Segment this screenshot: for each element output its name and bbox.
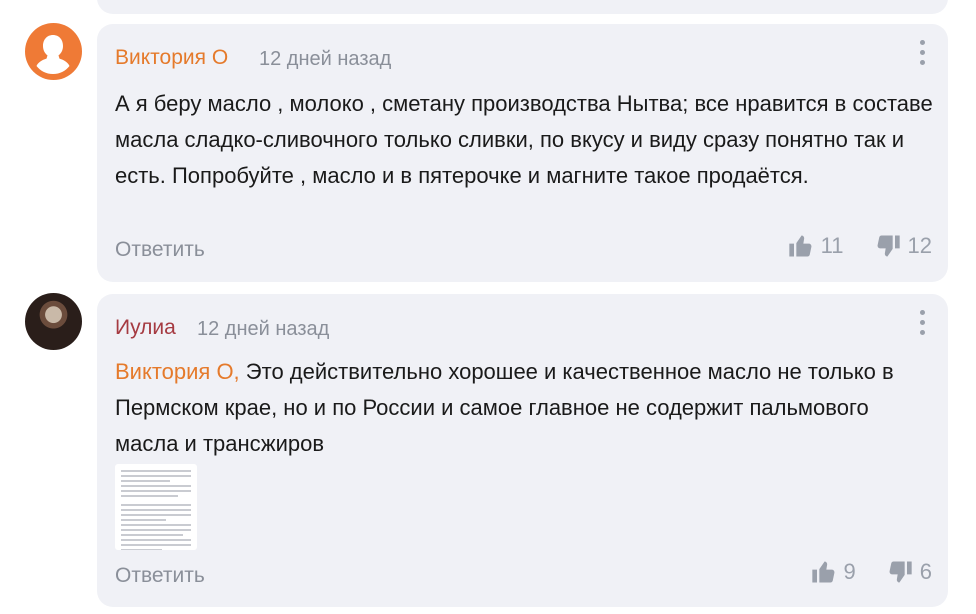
comment-time: 12 дней назад bbox=[197, 318, 330, 340]
comment-text: Виктория О, Это действительно хорошее и … bbox=[115, 354, 935, 462]
like-count: 11 bbox=[820, 233, 844, 258]
like-count: 9 bbox=[843, 559, 856, 584]
reactions: 9 6 bbox=[810, 558, 932, 586]
reply-button[interactable]: Ответить bbox=[115, 238, 205, 262]
dislike-count: 12 bbox=[907, 233, 932, 258]
thumbs-up-icon bbox=[789, 235, 812, 257]
comment-time: 12 дней назад bbox=[259, 48, 392, 70]
user-silhouette-icon bbox=[36, 35, 70, 74]
previous-comment-card bbox=[97, 0, 948, 14]
dislike-button[interactable]: 12 bbox=[874, 232, 932, 260]
like-button[interactable]: 9 bbox=[810, 558, 856, 586]
comment-text: А я беру масло , молоко , сметану произв… bbox=[115, 91, 933, 188]
reactions: 11 12 bbox=[787, 232, 932, 260]
reply-button[interactable]: Ответить bbox=[115, 564, 205, 588]
attachment-image[interactable] bbox=[115, 464, 197, 550]
dislike-count: 6 bbox=[919, 559, 932, 584]
avatar[interactable] bbox=[25, 293, 82, 350]
dislike-button[interactable]: 6 bbox=[886, 558, 932, 586]
thumbs-down-icon bbox=[877, 235, 900, 257]
comment-author[interactable]: Иулиа bbox=[115, 316, 176, 340]
kebab-menu-icon[interactable] bbox=[916, 310, 928, 338]
comment-author[interactable]: Виктория О bbox=[115, 46, 228, 70]
thumbs-up-icon bbox=[811, 561, 834, 583]
mention-link[interactable]: Виктория О, bbox=[115, 359, 240, 384]
avatar[interactable] bbox=[25, 23, 82, 80]
kebab-menu-icon[interactable] bbox=[916, 40, 928, 68]
comment-card: Виктория О 12 дней назад А я беру масло … bbox=[97, 24, 948, 282]
like-button[interactable]: 11 bbox=[787, 232, 844, 260]
comment-card: Иулиа 12 дней назад Виктория О, Это дейс… bbox=[97, 294, 948, 607]
thumbs-down-icon bbox=[889, 561, 912, 583]
